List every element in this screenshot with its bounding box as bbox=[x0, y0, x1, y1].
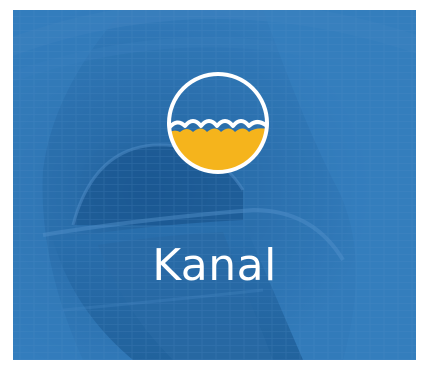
tile-title: Kanal bbox=[152, 240, 277, 291]
water-waves-circle-icon bbox=[167, 72, 269, 174]
kanal-tile[interactable]: Kanal bbox=[13, 10, 416, 360]
page-frame: Kanal bbox=[0, 0, 429, 369]
tunnel-background-image bbox=[13, 10, 416, 360]
